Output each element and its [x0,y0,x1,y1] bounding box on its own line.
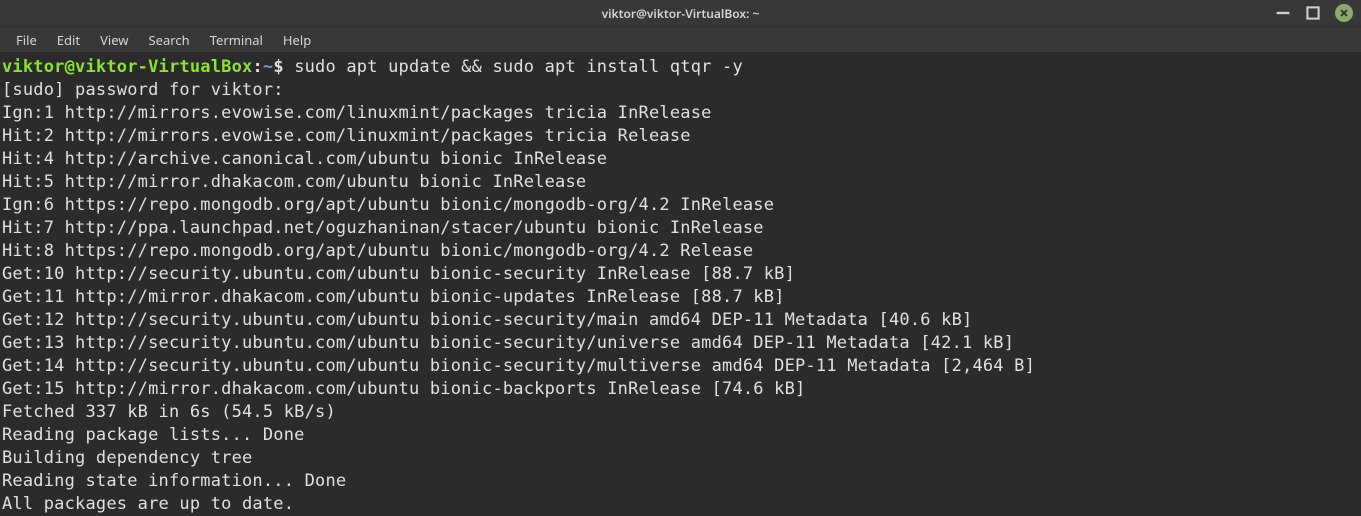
output-line: Ign:6 https://repo.mongodb.org/apt/ubunt… [2,194,1359,217]
output-line: Hit:4 http://archive.canonical.com/ubunt… [2,148,1359,171]
output-line: Get:11 http://mirror.dhakacom.com/ubuntu… [2,286,1359,309]
prompt-user-host: viktor@viktor-VirtualBox [2,57,252,77]
window-controls [1275,0,1353,26]
output-line: Fetched 337 kB in 6s (54.5 kB/s) [2,401,1359,424]
output-line: Get:13 http://security.ubuntu.com/ubuntu… [2,332,1359,355]
titlebar: viktor@viktor-VirtualBox: ~ [0,0,1361,26]
close-button[interactable] [1335,4,1353,22]
menu-terminal[interactable]: Terminal [200,27,273,53]
prompt-command: sudo apt update && sudo apt install qtqr… [294,57,743,77]
output-line: Hit:2 http://mirrors.evowise.com/linuxmi… [2,125,1359,148]
menu-search[interactable]: Search [139,27,200,53]
prompt-dollar: $ [273,57,294,77]
output-line: Hit:5 http://mirror.dhakacom.com/ubuntu … [2,171,1359,194]
menu-edit[interactable]: Edit [47,27,90,53]
menu-help[interactable]: Help [273,27,321,53]
menubar: File Edit View Search Terminal Help [0,26,1361,52]
output-line: Get:14 http://security.ubuntu.com/ubuntu… [2,355,1359,378]
output-line: Building dependency tree [2,447,1359,470]
prompt-path: ~ [263,57,273,77]
output-line: Get:15 http://mirror.dhakacom.com/ubuntu… [2,378,1359,401]
prompt-colon: : [252,57,262,77]
menu-view[interactable]: View [90,27,138,53]
minimize-button[interactable] [1275,5,1291,21]
output-line: Get:12 http://security.ubuntu.com/ubuntu… [2,309,1359,332]
terminal-window: viktor@viktor-VirtualBox: ~ File Edit Vi… [0,0,1361,516]
output-line: All packages are up to date. [2,493,1359,516]
output-line: Hit:8 https://repo.mongodb.org/apt/ubunt… [2,240,1359,263]
output-line: Ign:1 http://mirrors.evowise.com/linuxmi… [2,102,1359,125]
menu-file[interactable]: File [6,27,47,53]
output-line: Get:10 http://security.ubuntu.com/ubuntu… [2,263,1359,286]
terminal-area[interactable]: viktor@viktor-VirtualBox:~$ sudo apt upd… [0,52,1361,516]
prompt-line: viktor@viktor-VirtualBox:~$ sudo apt upd… [2,56,1359,79]
output-line: Reading package lists... Done [2,424,1359,447]
window-title: viktor@viktor-VirtualBox: ~ [602,5,760,22]
output-line: Hit:7 http://ppa.launchpad.net/oguzhanin… [2,217,1359,240]
output-line: [sudo] password for viktor: [2,79,1359,102]
maximize-button[interactable] [1305,5,1321,21]
output-line: Reading state information... Done [2,470,1359,493]
